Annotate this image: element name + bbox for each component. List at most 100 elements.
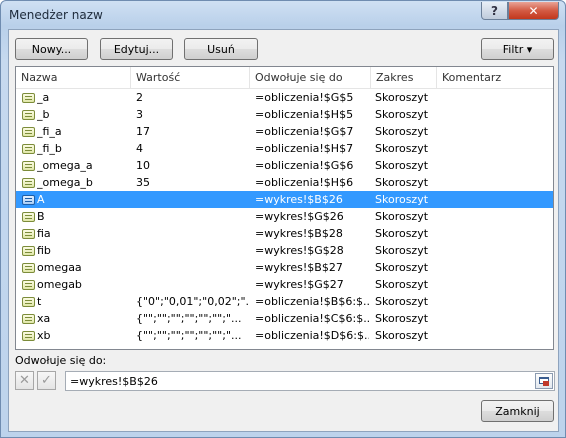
cell-refers-to: =wykres!$G$28 xyxy=(255,244,344,257)
cell-refers-to: =wykres!$B$27 xyxy=(255,261,343,274)
window-close-button[interactable]: ✕ xyxy=(508,2,559,20)
named-range-icon xyxy=(22,93,35,103)
cancel-edit-button[interactable]: ✕ xyxy=(15,371,34,390)
cell-refers-to: =obliczenia!$G$6 xyxy=(255,159,354,172)
cell-value xyxy=(136,276,248,293)
table-row[interactable]: _a 2 =obliczenia!$G$5 Skoroszyt xyxy=(16,89,553,106)
cell-value: {"";"";"";"";"";"";"... xyxy=(136,312,242,325)
cell-value: {"";"";"";"";"";"";"... xyxy=(136,329,242,342)
cell-scope: Skoroszyt xyxy=(375,159,429,172)
cell-value: {"0";"0,01";"0,02";"... xyxy=(136,295,248,308)
named-range-icon xyxy=(22,331,35,341)
cell-refers-to: =obliczenia!$H$5 xyxy=(255,108,354,121)
table-row[interactable]: omegaa =wykres!$B$27 Skoroszyt xyxy=(16,259,553,276)
cell-scope: Skoroszyt xyxy=(375,261,429,274)
named-range-icon xyxy=(22,110,35,120)
cell-name: omegaa xyxy=(37,261,82,274)
new-button[interactable]: Nowy... xyxy=(15,38,88,60)
cell-scope: Skoroszyt xyxy=(375,210,429,223)
cell-scope: Skoroszyt xyxy=(375,329,429,342)
cell-name: omegab xyxy=(37,278,82,291)
cell-comment xyxy=(442,310,552,327)
named-range-icon xyxy=(22,297,35,307)
table-row[interactable]: fia =wykres!$B$28 Skoroszyt xyxy=(16,225,553,242)
cell-comment xyxy=(442,276,552,293)
refers-to-label: Odwołuje się do: xyxy=(15,354,107,367)
cell-comment xyxy=(442,89,552,106)
named-range-icon xyxy=(22,127,35,137)
delete-button[interactable]: Usuń xyxy=(184,38,258,60)
named-range-icon xyxy=(22,212,35,222)
table-row[interactable]: xb {"";"";"";"";"";"";"... =obliczenia!$D$… xyxy=(16,327,553,344)
table-row[interactable]: _omega_b 35 =obliczenia!$H$6 Skoroszyt xyxy=(16,174,553,191)
table-row[interactable]: A =wykres!$B$26 Skoroszyt xyxy=(16,191,553,208)
cell-value: 4 xyxy=(136,142,143,155)
close-button[interactable]: Zamknij xyxy=(481,400,554,422)
table-row[interactable]: B =wykres!$G$26 Skoroszyt xyxy=(16,208,553,225)
named-range-icon xyxy=(22,195,35,205)
help-button[interactable]: ? xyxy=(481,2,508,20)
close-icon: ✕ xyxy=(528,3,539,18)
cell-name: _omega_a xyxy=(37,159,93,172)
table-row[interactable]: _omega_a 10 =obliczenia!$G$6 Skoroszyt xyxy=(16,157,553,174)
table-row[interactable]: xa {"";"";"";"";"";"";"... =obliczenia!$C$… xyxy=(16,310,553,327)
cell-value: 3 xyxy=(136,108,143,121)
cell-comment xyxy=(442,327,552,344)
cell-comment xyxy=(442,225,552,242)
cell-refers-to: =wykres!$B$28 xyxy=(255,227,343,240)
col-header-value[interactable]: Wartość xyxy=(131,67,250,89)
cell-scope: Skoroszyt xyxy=(375,227,429,240)
cell-comment xyxy=(442,123,552,140)
table-row[interactable]: omegab =wykres!$G$27 Skoroszyt xyxy=(16,276,553,293)
cell-name: _a xyxy=(37,91,50,104)
cell-value xyxy=(136,225,248,242)
table-row[interactable]: _fi_b 4 =obliczenia!$H$7 Skoroszyt xyxy=(16,140,553,157)
cell-scope: Skoroszyt xyxy=(375,142,429,155)
cell-refers-to: =wykres!$B$26 xyxy=(255,193,343,206)
refers-to-input[interactable] xyxy=(66,372,528,390)
table-row[interactable]: _fi_a 17 =obliczenia!$G$7 Skoroszyt xyxy=(16,123,553,140)
refers-to-field xyxy=(65,371,555,391)
cell-value xyxy=(136,208,248,225)
cell-name: A xyxy=(37,193,45,206)
cell-value: 35 xyxy=(136,176,150,189)
cell-comment xyxy=(442,140,552,157)
cell-comment xyxy=(442,242,552,259)
cell-value: 17 xyxy=(136,125,150,138)
cell-refers-to: =obliczenia!$G$5 xyxy=(255,91,354,104)
cell-scope: Skoroszyt xyxy=(375,108,429,121)
cell-refers-to: =obliczenia!$B$6:$... xyxy=(255,295,369,308)
col-header-refers-to[interactable]: Odwołuje się do xyxy=(250,67,371,89)
table-row[interactable]: _b 3 =obliczenia!$H$5 Skoroszyt xyxy=(16,106,553,123)
cell-scope: Skoroszyt xyxy=(375,125,429,138)
cell-scope: Skoroszyt xyxy=(375,278,429,291)
cell-scope: Skoroszyt xyxy=(375,176,429,189)
cell-scope: Skoroszyt xyxy=(375,244,429,257)
cell-refers-to: =obliczenia!$H$6 xyxy=(255,176,354,189)
cell-value: 10 xyxy=(136,159,150,172)
named-range-icon xyxy=(22,246,35,256)
cell-comment xyxy=(442,157,552,174)
col-header-name[interactable]: Nazwa xyxy=(16,67,131,89)
cell-refers-to: =wykres!$G$27 xyxy=(255,278,344,291)
dialog-body: Nowy... Edytuj... Usuń Filtr ▾ Nazwa War… xyxy=(8,29,559,432)
check-icon: ✓ xyxy=(41,373,52,388)
col-header-comment[interactable]: Komentarz xyxy=(437,67,553,89)
col-header-scope[interactable]: Zakres xyxy=(371,67,437,89)
table-row[interactable]: fib =wykres!$G$28 Skoroszyt xyxy=(16,242,553,259)
named-range-icon xyxy=(22,314,35,324)
names-list[interactable]: Nazwa Wartość Odwołuje się do Zakres Kom… xyxy=(15,66,554,350)
cell-scope: Skoroszyt xyxy=(375,295,429,308)
named-range-icon xyxy=(22,144,35,154)
filter-button[interactable]: Filtr ▾ xyxy=(481,38,554,60)
cell-name: _fi_b xyxy=(37,142,62,155)
cell-scope: Skoroszyt xyxy=(375,193,429,206)
table-row[interactable]: t {"0";"0,01";"0,02";"... =obliczenia!$B$6… xyxy=(16,293,553,310)
cell-name: _b xyxy=(37,108,50,121)
named-range-icon xyxy=(22,263,35,273)
edit-button[interactable]: Edytuj... xyxy=(100,38,173,60)
cell-scope: Skoroszyt xyxy=(375,312,429,325)
confirm-edit-button[interactable]: ✓ xyxy=(37,371,56,390)
collapse-dialog-button[interactable] xyxy=(535,373,553,389)
cell-name: B xyxy=(37,210,45,223)
